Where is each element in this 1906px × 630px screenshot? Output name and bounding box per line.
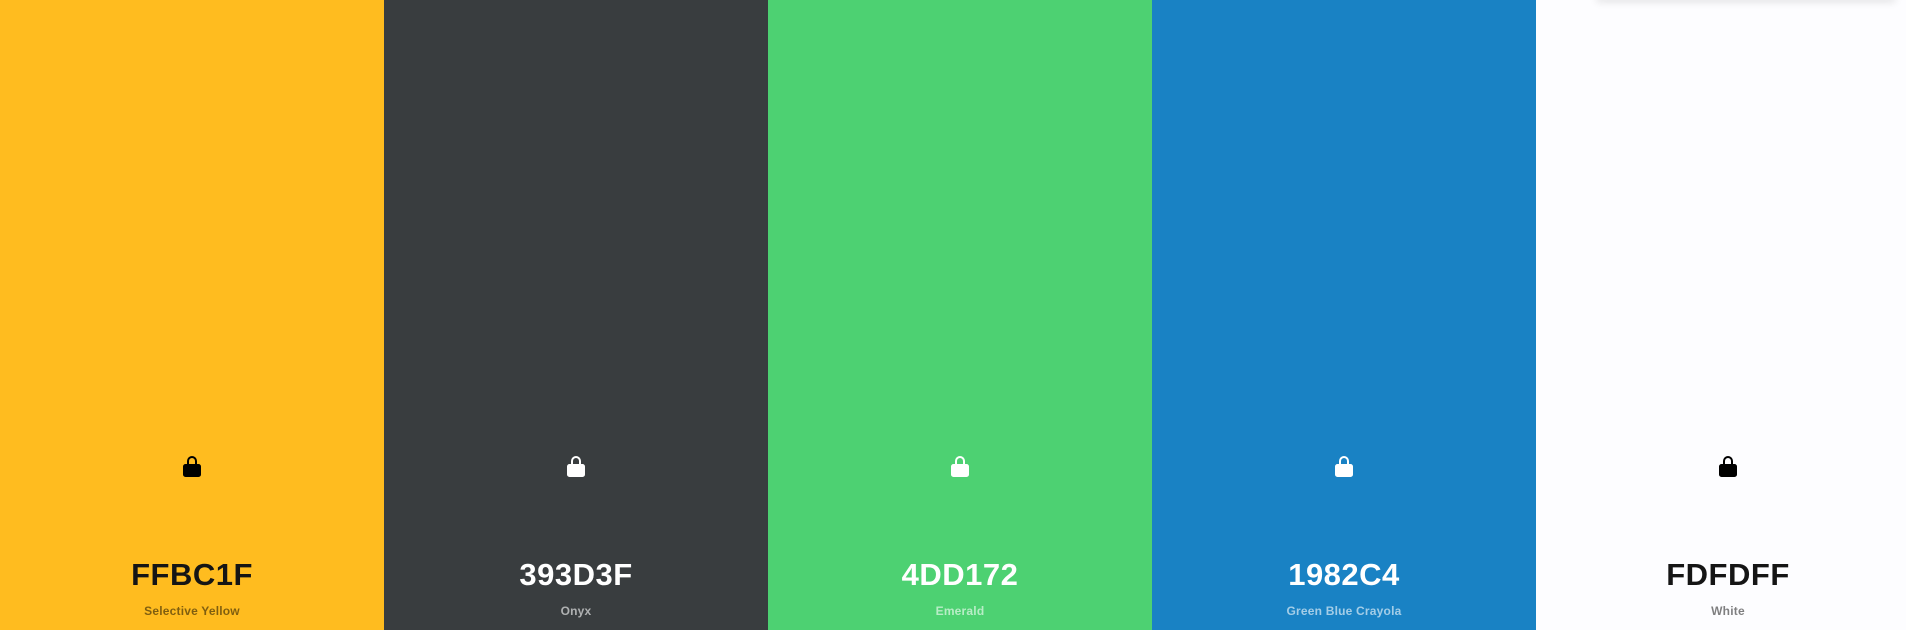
hex-code[interactable]: FDFDFF <box>1536 556 1906 594</box>
color-swatch-5[interactable]: FDFDFF White <box>1536 0 1906 630</box>
lock-button[interactable] <box>179 451 205 481</box>
lock-icon <box>183 456 201 477</box>
lock-icon <box>1719 456 1737 477</box>
lock-icon <box>1335 456 1353 477</box>
color-name: Green Blue Crayola <box>1286 604 1402 618</box>
hex-code[interactable]: 4DD172 <box>768 556 1152 594</box>
color-swatch-2[interactable]: 393D3F Onyx <box>384 0 768 630</box>
color-swatch-1[interactable]: FFBC1F Selective Yellow <box>0 0 384 630</box>
lock-icon <box>951 456 969 477</box>
lock-button[interactable] <box>1331 451 1357 481</box>
lock-icon <box>567 456 585 477</box>
color-name: Selective Yellow <box>144 604 240 618</box>
lock-button[interactable] <box>947 451 973 481</box>
hex-code[interactable]: FFBC1F <box>0 556 384 594</box>
lock-button[interactable] <box>1715 451 1741 481</box>
color-name: Emerald <box>935 604 985 618</box>
color-name: White <box>1711 604 1745 618</box>
color-palette: FFBC1F Selective Yellow 393D3F Onyx 4DD1… <box>0 0 1906 630</box>
lock-button[interactable] <box>563 451 589 481</box>
hex-code[interactable]: 1982C4 <box>1152 556 1536 594</box>
color-name: Onyx <box>560 604 592 618</box>
color-swatch-4[interactable]: 1982C4 Green Blue Crayola <box>1152 0 1536 630</box>
hex-code[interactable]: 393D3F <box>384 556 768 594</box>
color-swatch-3[interactable]: 4DD172 Emerald <box>768 0 1152 630</box>
